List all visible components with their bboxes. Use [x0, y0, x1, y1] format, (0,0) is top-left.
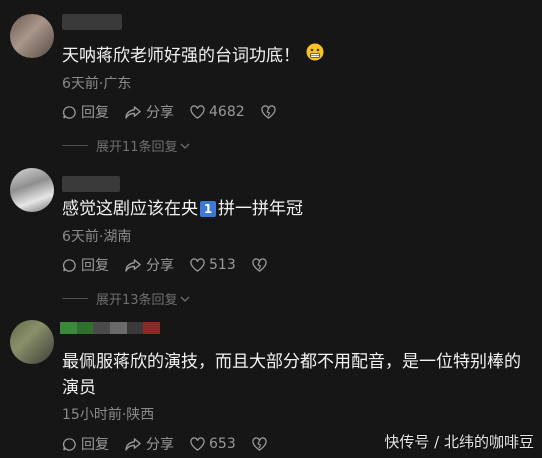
share-button[interactable]: 分享	[125, 434, 174, 454]
chevron-down-icon	[180, 296, 190, 302]
broken-heart-icon	[260, 105, 276, 119]
heart-icon	[190, 258, 205, 272]
comment-meta: 6天前·湖南	[62, 229, 132, 245]
reply-button[interactable]: 回复	[62, 255, 109, 275]
like-button[interactable]: 653	[190, 436, 236, 452]
avatar[interactable]	[10, 320, 54, 364]
username-blurred[interactable]	[60, 322, 161, 334]
share-icon	[125, 105, 141, 119]
like-button[interactable]: 513	[190, 257, 236, 273]
expand-replies[interactable]: 展开11条回复	[62, 136, 190, 155]
comment-actions: 回复 分享 513	[62, 255, 287, 275]
expand-replies[interactable]: 展开13条回复	[62, 289, 190, 308]
comment-actions: 回复 分享 653	[62, 434, 287, 454]
dislike-button[interactable]	[252, 258, 271, 272]
like-count: 4682	[209, 104, 245, 120]
grimacing-face-emoji	[306, 43, 324, 69]
reply-button[interactable]: 回复	[62, 434, 109, 454]
like-button[interactable]: 4682	[190, 104, 245, 120]
chevron-down-icon	[180, 143, 190, 149]
comment-text: 最佩服蒋欣的演技，而且大部分都不用配音，是一位特别棒的演员	[62, 352, 521, 398]
watermark: 快传号 / 北纬的咖啡豆	[384, 433, 534, 451]
like-count: 653	[209, 436, 236, 452]
broken-heart-icon	[252, 258, 267, 272]
number-badge: 1	[200, 201, 216, 217]
dislike-button[interactable]	[252, 437, 271, 451]
comment-actions: 回复 分享 4682	[62, 102, 296, 122]
heart-icon	[190, 105, 205, 119]
reply-button[interactable]: 回复	[62, 102, 109, 122]
broken-heart-icon	[252, 437, 267, 451]
comment-meta: 15小时前·陕西	[62, 407, 155, 423]
share-icon	[125, 258, 141, 272]
avatar[interactable]	[10, 14, 54, 58]
comment-text: 感觉这剧应该在央 1 拼一拼年冠	[62, 199, 303, 219]
heart-icon	[190, 437, 205, 451]
avatar[interactable]	[10, 168, 54, 212]
share-button[interactable]: 分享	[125, 255, 174, 275]
like-count: 513	[209, 257, 236, 273]
share-button[interactable]: 分享	[125, 102, 174, 122]
comment-text: 天呐蒋欣老师好强的台词功底！	[62, 43, 532, 69]
comment-meta: 6天前·广东	[62, 76, 132, 92]
username-blurred[interactable]	[62, 14, 122, 30]
reply-icon	[62, 258, 76, 272]
dislike-button[interactable]	[260, 105, 280, 119]
share-icon	[125, 437, 141, 451]
username-blurred[interactable]	[62, 176, 120, 192]
reply-icon	[62, 437, 76, 451]
reply-icon	[62, 105, 76, 119]
